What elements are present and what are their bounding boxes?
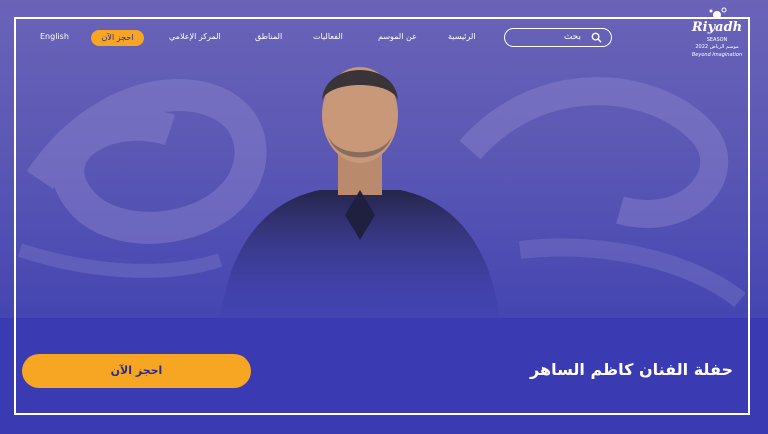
search-input[interactable]: بحث xyxy=(504,28,612,47)
event-page: English احجز الآن المركز الإعلامي المناط… xyxy=(0,0,768,434)
search-icon xyxy=(591,32,602,43)
nav-item-about-season[interactable]: عن الموسم xyxy=(378,32,417,41)
nav-item-media-center[interactable]: المركز الإعلامي xyxy=(169,32,221,41)
nav-item-events[interactable]: الفعاليات xyxy=(313,32,343,41)
top-nav: English احجز الآن المركز الإعلامي المناط… xyxy=(0,26,768,52)
language-switch[interactable]: English xyxy=(40,32,69,41)
logo-arabic: موسم الرياض 2022 xyxy=(695,44,739,50)
nav-book-now-button[interactable]: احجز الآن xyxy=(91,30,144,46)
logo-title: Riyadh xyxy=(691,20,743,35)
nav-item-zones[interactable]: المناطق xyxy=(255,32,282,41)
riyadh-season-logo[interactable]: Riyadh SEASON موسم الرياض 2022 Beyond Im… xyxy=(684,6,750,70)
event-title: حفلة الفنان كاظم الساهر xyxy=(530,360,733,379)
book-now-button[interactable]: احجز الآن xyxy=(22,354,251,388)
search-placeholder: بحث xyxy=(563,32,581,42)
logo-tagline: Beyond Imagination xyxy=(691,52,743,58)
logo-subtitle: SEASON xyxy=(706,37,728,43)
nav-item-home[interactable]: الرئيسية xyxy=(448,32,476,41)
performer-photo xyxy=(220,67,500,320)
